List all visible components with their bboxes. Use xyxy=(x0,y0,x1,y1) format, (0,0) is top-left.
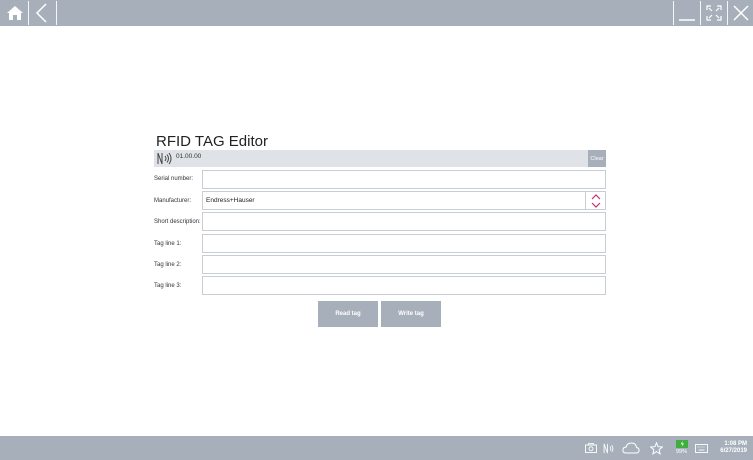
firmware-version: 01.00.00 xyxy=(176,153,202,160)
clear-button[interactable]: Clear xyxy=(588,150,606,167)
back-icon xyxy=(35,3,47,23)
nfc-tray-button[interactable] xyxy=(602,436,618,460)
top-separator xyxy=(700,1,701,25)
tag-line-1-label: Tag line 1: xyxy=(154,241,182,247)
camera-icon xyxy=(585,443,597,453)
tag-line-1-field[interactable] xyxy=(202,234,606,253)
write-tag-button[interactable]: Write tag xyxy=(381,301,441,327)
clock-time[interactable]: 1:08 PM xyxy=(724,441,747,447)
manufacturer-value: Endress+Hauser xyxy=(206,197,255,204)
battery-percent: 99% xyxy=(676,449,688,455)
short-description-label: Short description: xyxy=(154,219,201,225)
back-button[interactable] xyxy=(31,0,53,26)
battery-icon xyxy=(675,440,688,448)
manufacturer-label: Manufacturer: xyxy=(154,198,192,204)
home-icon xyxy=(7,6,23,20)
manufacturer-field[interactable]: Endress+Hauser xyxy=(202,191,606,210)
star-icon xyxy=(649,441,663,455)
keyboard-icon xyxy=(694,443,708,453)
close-icon xyxy=(733,5,749,21)
short-description-field[interactable] xyxy=(202,212,606,231)
serial-number-field[interactable] xyxy=(202,170,606,189)
tag-line-2-label: Tag line 2: xyxy=(154,262,182,268)
tag-line-2-field[interactable] xyxy=(202,255,606,274)
fullscreen-button[interactable] xyxy=(703,0,725,26)
home-button[interactable] xyxy=(4,0,26,26)
chevron-up-down-icon xyxy=(591,193,600,208)
read-tag-button[interactable]: Read tag xyxy=(318,301,378,327)
nfc-icon xyxy=(157,152,172,165)
close-button[interactable] xyxy=(730,0,752,26)
top-bar xyxy=(0,0,753,26)
cloud-tray-button[interactable] xyxy=(621,436,641,460)
top-separator xyxy=(673,1,674,25)
minimize-button[interactable] xyxy=(676,0,698,26)
clock-date[interactable]: 6/27/2019 xyxy=(720,448,747,454)
page-title: RFID TAG Editor xyxy=(156,133,268,150)
top-separator xyxy=(56,1,57,25)
top-separator xyxy=(727,1,728,25)
cloud-icon xyxy=(622,442,640,454)
nfc-icon xyxy=(603,443,614,453)
camera-tray-button[interactable] xyxy=(583,436,599,460)
serial-number-label: Serial number: xyxy=(154,176,194,182)
keyboard-tray-button[interactable] xyxy=(693,436,709,460)
top-separator xyxy=(28,1,29,25)
favorites-tray-button[interactable] xyxy=(648,436,664,460)
manufacturer-stepper[interactable] xyxy=(585,192,605,209)
taskbar: 99% 1:08 PM 6/27/2019 xyxy=(0,436,753,460)
tag-line-3-label: Tag line 3: xyxy=(154,283,182,289)
tag-line-3-field[interactable] xyxy=(202,276,606,295)
tag-header-bar: 01.00.00 Clear xyxy=(154,150,606,167)
minimize-icon xyxy=(679,19,695,21)
fullscreen-icon xyxy=(706,5,722,21)
